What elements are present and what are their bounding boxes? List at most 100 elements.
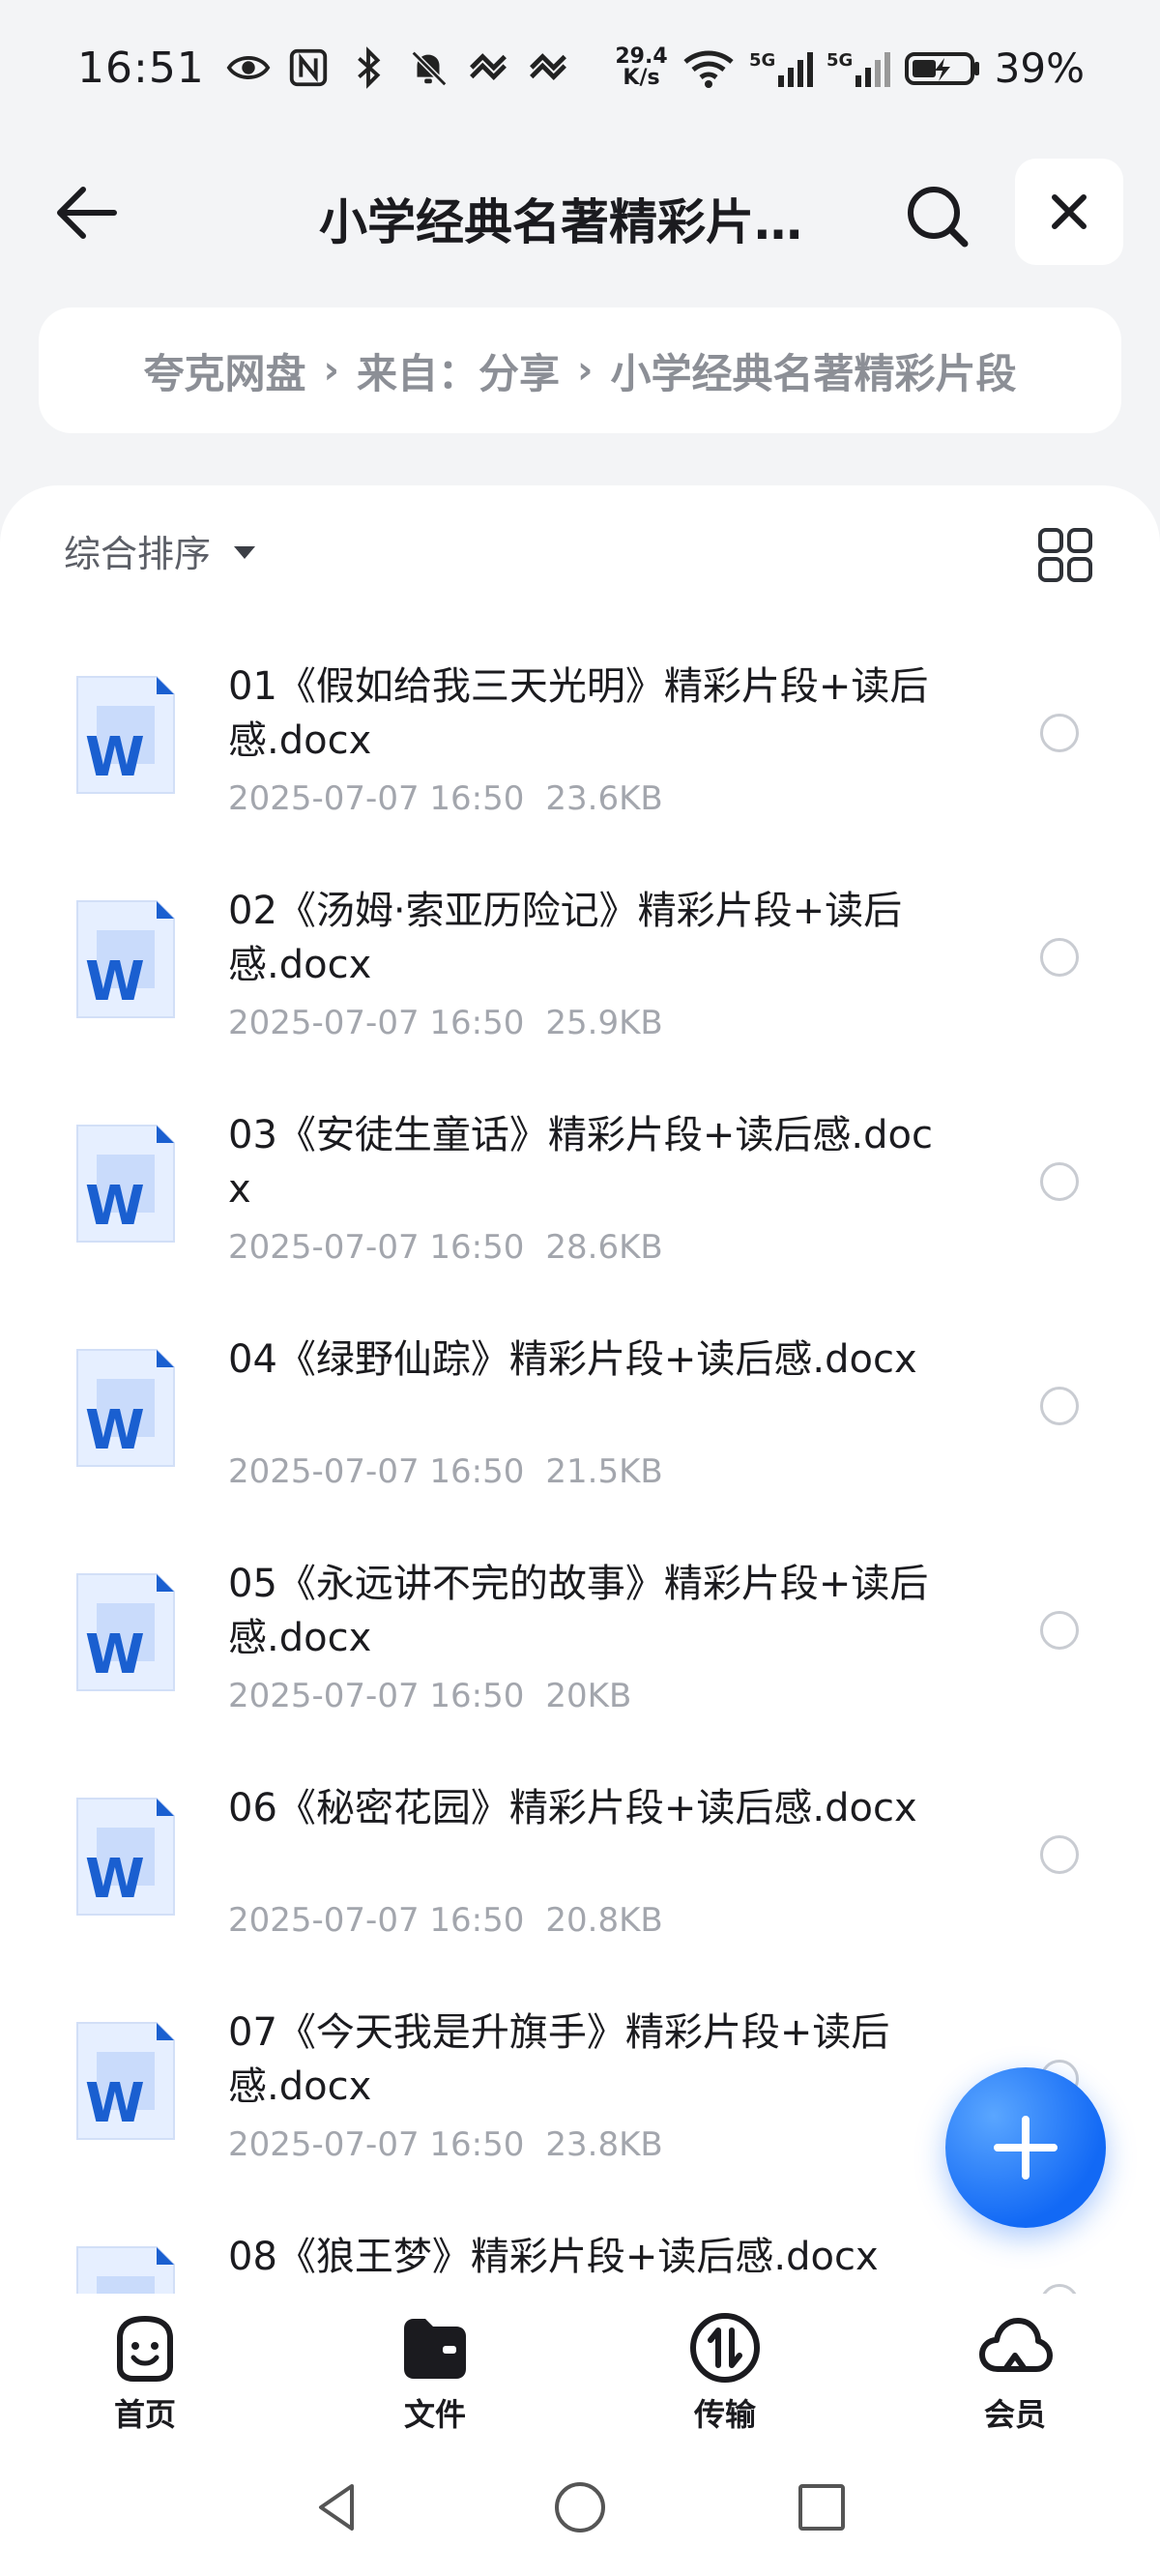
select-checkbox[interactable] — [1040, 1387, 1079, 1425]
file-list-item[interactable]: W 06《秘密花园》精彩片段+读后感.docx 2025-07-07 16:50 20… — [0, 1781, 1160, 2005]
file-size: 23.6KB — [545, 779, 663, 818]
add-button[interactable] — [945, 2067, 1106, 2228]
page-title: 小学经典名著精彩片… — [319, 194, 802, 250]
file-name: 02《汤姆·索亚历险记》精彩片段+读后感.docx — [228, 889, 903, 987]
breadcrumb-item-share[interactable]: 来自：分享 — [357, 341, 560, 400]
nfc-icon — [289, 48, 327, 87]
file-list-item[interactable]: W 03《安徒生童话》精彩片段+读后感.docx 2025-07-07 16:50 2… — [0, 1108, 1160, 1332]
sort-label: 综合排序 — [64, 533, 212, 575]
file-meta: 2025-07-07 16:50 20.8KB — [228, 1901, 663, 1940]
search-icon — [908, 187, 969, 248]
nav-label: 首页 — [113, 2396, 176, 2433]
eye-icon — [226, 56, 271, 79]
bluetooth-icon — [357, 46, 381, 89]
wifi-icon — [683, 50, 734, 88]
svg-text:5G: 5G — [826, 50, 853, 71]
file-size: 21.5KB — [545, 1452, 663, 1491]
file-name: 07《今天我是升旗手》精彩片段+读后感.docx — [228, 2010, 890, 2109]
transfer-icon — [690, 2313, 760, 2383]
file-meta: 2025-07-07 16:50 28.6KB — [228, 1228, 663, 1267]
breadcrumb-item-root[interactable]: 夸克网盘 — [143, 341, 305, 400]
app-notification-icon — [529, 53, 566, 80]
system-home-icon[interactable] — [551, 2478, 609, 2536]
nav-item-home[interactable]: 首页 — [0, 2294, 290, 2439]
file-meta: 2025-07-07 16:50 23.8KB — [228, 2125, 663, 2164]
file-size: 23.8KB — [545, 2125, 663, 2164]
file-list-item[interactable]: W 08《狼王梦》精彩片段+读后感.docx — [0, 2230, 1160, 2294]
plus-icon — [994, 2116, 1058, 2180]
nav-item-transfer[interactable]: 传输 — [580, 2294, 870, 2439]
select-checkbox[interactable] — [1040, 714, 1079, 752]
system-back-icon[interactable] — [309, 2478, 367, 2536]
select-checkbox[interactable] — [1040, 2284, 1079, 2294]
signal-icon: 5G — [749, 50, 813, 87]
breadcrumb-item-current: 小学经典名著精彩片段 — [610, 349, 1017, 397]
select-checkbox[interactable] — [1040, 1835, 1079, 1874]
file-date: 2025-07-07 16:50 — [228, 779, 525, 818]
svg-text:W: W — [85, 1848, 145, 1911]
file-name: 04《绿野仙踪》精彩片段+读后感.docx — [228, 1337, 917, 1382]
svg-text:W: W — [85, 1175, 145, 1238]
app-notification-icon — [469, 53, 507, 80]
file-name: 01《假如给我三天光明》精彩片段+读后感.docx — [228, 664, 929, 763]
select-checkbox[interactable] — [1040, 1162, 1079, 1201]
system-indicators: 29.4 K/s 5G 5G 39% — [615, 44, 1085, 92]
nav-label: 传输 — [693, 2396, 756, 2433]
network-speed: 29.4 K/s — [615, 44, 668, 90]
file-meta: 2025-07-07 16:50 25.9KB — [228, 1004, 663, 1042]
file-list-item[interactable]: W 01《假如给我三天光明》精彩片段+读后感.docx 2025-07-07 16:… — [0, 659, 1160, 884]
clock: 16:51 — [77, 43, 205, 93]
nav-item-files[interactable]: 文件 — [290, 2294, 580, 2439]
grid-view-icon[interactable] — [1036, 526, 1094, 584]
svg-text:5G: 5G — [749, 50, 775, 71]
word-document-icon: W — [76, 900, 175, 1018]
status-bar: 16:51 29.4 K/s 5G 5G 39% — [0, 0, 1160, 135]
nav-label: 会员 — [983, 2396, 1046, 2433]
caret-down-icon — [234, 546, 256, 559]
sort-dropdown[interactable]: 综合排序 — [64, 524, 256, 577]
word-document-icon: W — [76, 1349, 175, 1467]
folder-icon — [404, 2319, 466, 2379]
file-date: 2025-07-07 16:50 — [228, 1901, 525, 1940]
chevron-right-icon: › — [577, 348, 594, 393]
battery-charging-icon — [904, 52, 979, 85]
breadcrumb: 夸克网盘 › 来自：分享 › 小学经典名著精彩片段 — [39, 307, 1121, 433]
file-size: 28.6KB — [545, 1228, 663, 1267]
word-document-icon: W — [76, 2022, 175, 2140]
search-button[interactable] — [901, 180, 974, 253]
chevron-right-icon: › — [323, 348, 339, 393]
file-list-item[interactable]: W 05《永远讲不完的故事》精彩片段+读后感.docx 2025-07-07 16:… — [0, 1557, 1160, 1781]
word-document-icon: W — [76, 1798, 175, 1916]
file-name: 08《狼王梦》精彩片段+读后感.docx — [228, 2235, 879, 2279]
file-name: 05《永远讲不完的故事》精彩片段+读后感.docx — [228, 1562, 929, 1660]
file-size: 20KB — [545, 1677, 632, 1715]
file-list: W 01《假如给我三天光明》精彩片段+读后感.docx 2025-07-07 16:… — [0, 659, 1160, 2294]
bottom-navigation: 首页 文件 传输 会员 — [0, 2294, 1160, 2439]
word-document-icon: W — [76, 1125, 175, 1243]
signal-icon: 5G — [826, 50, 890, 87]
file-name: 03《安徒生童话》精彩片段+读后感.docx — [228, 1113, 933, 1212]
select-checkbox[interactable] — [1040, 938, 1079, 977]
header: 小学经典名著精彩片… — [0, 155, 1160, 271]
file-date: 2025-07-07 16:50 — [228, 1452, 525, 1491]
close-button[interactable] — [1015, 159, 1123, 265]
file-meta: 2025-07-07 16:50 20KB — [228, 1677, 631, 1715]
system-navigation-bar — [0, 2439, 1160, 2576]
battery-percentage: 39% — [994, 44, 1085, 92]
svg-text:W: W — [85, 726, 145, 789]
word-document-icon: W — [76, 2246, 175, 2294]
cloud-icon — [979, 2318, 1053, 2372]
system-recents-icon[interactable] — [793, 2478, 851, 2536]
select-checkbox[interactable] — [1040, 1611, 1079, 1650]
file-list-item[interactable]: W 04《绿野仙踪》精彩片段+读后感.docx 2025-07-07 16:50 21… — [0, 1332, 1160, 1557]
word-document-icon: W — [76, 676, 175, 794]
arrow-left-icon — [57, 187, 117, 239]
word-document-icon: W — [76, 1573, 175, 1691]
nav-item-membership[interactable]: 会员 — [870, 2294, 1160, 2439]
file-list-item[interactable]: W 02《汤姆·索亚历险记》精彩片段+读后感.docx 2025-07-07 16:… — [0, 884, 1160, 1108]
file-meta: 2025-07-07 16:50 21.5KB — [228, 1452, 663, 1491]
file-date: 2025-07-07 16:50 — [228, 1004, 525, 1042]
file-size: 25.9KB — [545, 1004, 663, 1042]
file-date: 2025-07-07 16:50 — [228, 1677, 525, 1715]
back-button[interactable] — [48, 182, 126, 244]
